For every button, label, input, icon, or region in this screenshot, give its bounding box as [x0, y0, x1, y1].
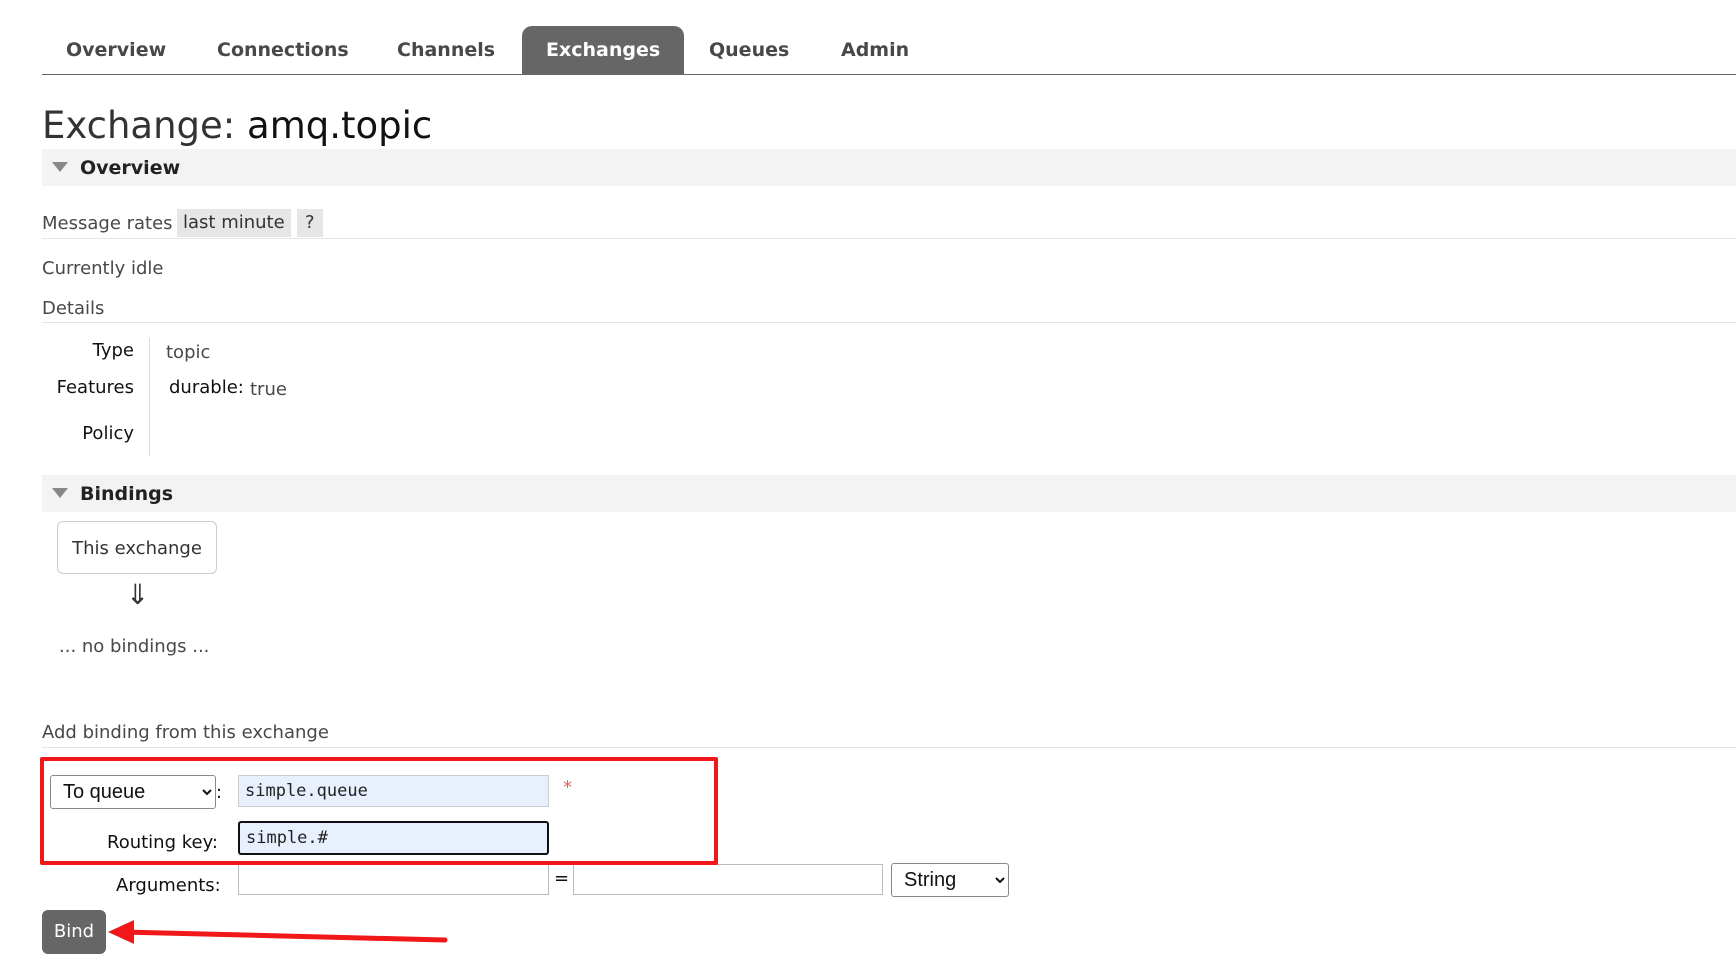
arguments-label: Arguments: — [116, 875, 221, 896]
collapse-triangle-icon — [52, 162, 68, 172]
overview-section-label: Overview — [80, 157, 181, 179]
overview-section-header[interactable]: Overview — [42, 149, 1736, 186]
divider — [42, 238, 1736, 239]
durable-value: true — [250, 379, 287, 400]
status-text: Currently idle — [42, 258, 164, 279]
type-value: topic — [166, 342, 211, 363]
tab-connections[interactable]: Connections — [217, 26, 349, 74]
bind-button[interactable]: Bind — [42, 910, 106, 954]
equals-sign: = — [554, 868, 570, 889]
bindings-section-label: Bindings — [80, 483, 174, 505]
page-title: Exchange: amq.topic — [42, 104, 432, 147]
policy-label: Policy — [82, 423, 134, 444]
collapse-triangle-icon — [52, 488, 68, 498]
rate-period-selector[interactable]: last minute — [177, 209, 291, 237]
message-rates-label: Message rates — [42, 213, 173, 234]
argument-value-input[interactable] — [573, 864, 883, 895]
add-binding-title: Add binding from this exchange — [42, 722, 329, 743]
help-button[interactable]: ? — [297, 209, 323, 237]
tab-queues[interactable]: Queues — [709, 26, 789, 74]
divider — [42, 322, 1736, 323]
argument-type-select[interactable]: String Number Boolean List — [891, 863, 1009, 897]
annotation-arrow-icon — [108, 920, 448, 944]
exchange-name: amq.topic — [247, 104, 433, 147]
tab-channels[interactable]: Channels — [397, 26, 495, 74]
argument-key-input[interactable] — [238, 864, 549, 895]
page-title-prefix: Exchange: — [42, 104, 236, 147]
bindings-section-header[interactable]: Bindings — [42, 475, 1736, 512]
durable-label: durable: — [169, 377, 244, 398]
this-exchange-box: This exchange — [57, 521, 217, 574]
tabs-divider — [42, 74, 1736, 75]
divider — [42, 747, 1736, 748]
details-separator — [149, 338, 150, 456]
tab-admin[interactable]: Admin — [841, 26, 909, 74]
details-label: Details — [42, 298, 105, 319]
tab-exchanges[interactable]: Exchanges — [522, 26, 685, 74]
type-label: Type — [92, 340, 134, 361]
annotation-highlight-box — [40, 757, 718, 865]
tab-overview[interactable]: Overview — [66, 26, 166, 74]
features-label: Features — [56, 377, 134, 398]
no-bindings-text: ... no bindings ... — [59, 636, 210, 657]
down-arrow-icon: ⇓ — [126, 578, 150, 611]
